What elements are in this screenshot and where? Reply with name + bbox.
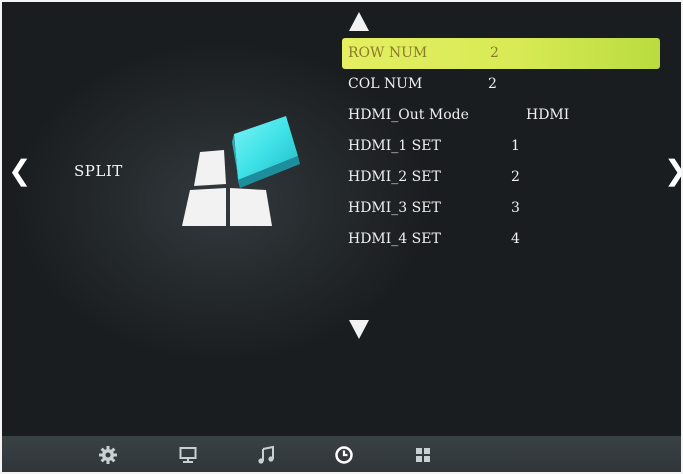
settings-menu: ROW NUM 2 COL NUM 2 HDMI_Out Mode HDMI H… [342, 38, 662, 255]
menu-item-value: 1 [511, 138, 520, 154]
gear-icon[interactable] [98, 445, 118, 465]
monitor-icon[interactable] [178, 445, 198, 465]
menu-item-value: 2 [511, 169, 520, 185]
scroll-down-icon[interactable] [349, 320, 369, 339]
bottom-menu-bar [2, 436, 681, 472]
menu-item-col-num[interactable]: COL NUM 2 [342, 69, 662, 100]
clock-icon[interactable] [334, 445, 354, 465]
menu-item-value: 4 [511, 231, 520, 247]
menu-item-hdmi-2-set[interactable]: HDMI_2 SET 2 [342, 162, 662, 193]
menu-item-value: HDMI [526, 107, 570, 123]
menu-item-label: HDMI_1 SET [348, 138, 441, 154]
menu-item-value: 2 [488, 76, 497, 92]
category-label: SPLIT [74, 162, 123, 180]
menu-item-hdmi-out-mode[interactable]: HDMI_Out Mode HDMI [342, 100, 662, 131]
menu-item-label: HDMI_4 SET [348, 231, 441, 247]
grid-icon[interactable] [413, 445, 433, 465]
osd-screen: ❮ ❯ SPLIT ROW NUM 2 COL NUM 2 [0, 0, 683, 474]
menu-item-hdmi-1-set[interactable]: HDMI_1 SET 1 [342, 131, 662, 162]
menu-item-hdmi-3-set[interactable]: HDMI_3 SET 3 [342, 193, 662, 224]
next-page-arrow[interactable]: ❯ [664, 156, 681, 186]
menu-item-label: HDMI_Out Mode [348, 107, 469, 123]
split-screen-icon [182, 116, 300, 226]
menu-item-label: HDMI_2 SET [348, 169, 441, 185]
menu-item-value: 3 [511, 200, 520, 216]
menu-item-value: 2 [490, 45, 499, 61]
music-icon[interactable] [256, 445, 276, 465]
menu-item-label: HDMI_3 SET [348, 200, 441, 216]
previous-page-arrow[interactable]: ❮ [8, 156, 31, 186]
scroll-up-icon[interactable] [349, 12, 369, 31]
menu-item-hdmi-4-set[interactable]: HDMI_4 SET 4 [342, 224, 662, 255]
menu-item-label: COL NUM [348, 76, 423, 92]
menu-item-row-num[interactable]: ROW NUM 2 [342, 38, 660, 69]
menu-item-label: ROW NUM [348, 45, 428, 61]
